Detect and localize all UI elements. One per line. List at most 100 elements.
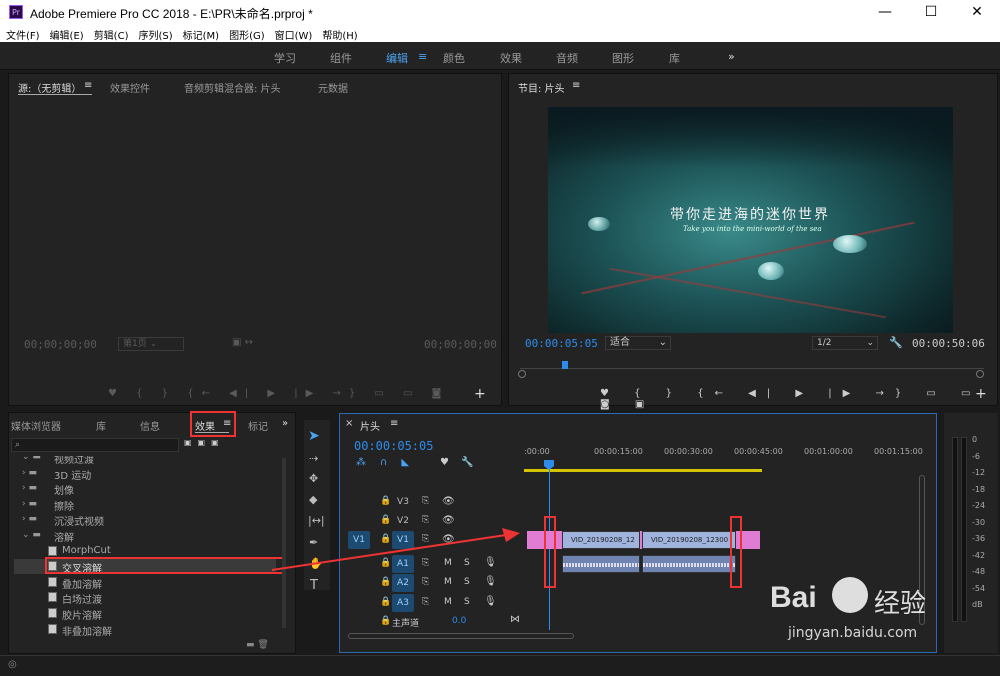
tab-source[interactable]: 源:（无剪辑） (18, 80, 81, 95)
menu-window[interactable]: 窗口(W) (269, 24, 317, 42)
source-page-select: 第1页 ⌄ (118, 337, 184, 351)
source-menu-icon[interactable]: ≡ (84, 80, 92, 91)
eye-icon[interactable]: 👁 (442, 496, 455, 507)
menu-clip[interactable]: 剪辑(C) (88, 24, 133, 42)
effects-tree-item[interactable]: ⌄ ▬ 视频过渡 (14, 456, 276, 466)
workspace-editing[interactable]: 编辑 (386, 50, 408, 66)
tab-markers[interactable]: 标记 (248, 418, 268, 433)
master-volume[interactable]: 0.0 (452, 616, 466, 626)
workspace-audio[interactable]: 音频 (556, 50, 578, 66)
sync-lock-icon[interactable]: ⎘ (422, 597, 429, 607)
timeline-horizontal-scrollbar[interactable] (348, 633, 574, 639)
timeline-timecode[interactable]: 00:00:05:05 (354, 439, 433, 453)
workspace-menu-icon[interactable]: ≡ (418, 50, 427, 63)
lock-icon[interactable]: 🔒 (380, 496, 391, 506)
workspace-more-button[interactable]: » (728, 50, 735, 63)
tab-audio-clip-mixer[interactable]: 音频剪辑混合器: 片头 (184, 80, 281, 95)
effects-tree-item[interactable]: 非叠加溶解 (14, 622, 276, 636)
menu-edit[interactable]: 编辑(E) (44, 24, 88, 42)
workspace-effects[interactable]: 效果 (500, 50, 522, 66)
program-time-ruler[interactable] (518, 361, 984, 378)
track-target[interactable]: A2 (392, 574, 414, 592)
track-target[interactable]: V3 (392, 493, 414, 511)
workspace-learn[interactable]: 学习 (274, 50, 296, 66)
effects-tree-item[interactable]: 白场过渡 (14, 590, 276, 607)
tab-metadata[interactable]: 元数据 (318, 80, 348, 95)
lock-icon[interactable]: 🔒 (380, 597, 391, 607)
program-add-button[interactable]: + (975, 386, 987, 402)
timeline-toolbar-icons[interactable]: ⁂∩◣ (356, 457, 423, 468)
maximize-button[interactable]: ☐ (908, 0, 954, 24)
video-clip-1[interactable]: VID_20190208_12 (562, 531, 640, 549)
effects-tree-item[interactable]: › ▬ 3D 运动 (14, 466, 276, 482)
playhead-marker[interactable] (562, 361, 568, 369)
meter-scale-label: 0 (972, 435, 978, 444)
fit-audio-icon[interactable]: ⋈ (510, 614, 520, 625)
mute-button[interactable]: M (444, 577, 452, 587)
menu-graphics[interactable]: 图形(G) (223, 24, 269, 42)
workspace-bar: 学习 组件 编辑 ≡ 颜色 效果 音频 图形 库 » (0, 42, 1000, 70)
effects-filter-icons[interactable]: ▣▣▣ (184, 438, 244, 447)
program-timecode[interactable]: 00:00:05:05 (525, 337, 598, 350)
selection-tool-icon[interactable]: ➤ (308, 428, 320, 444)
sync-lock-icon[interactable]: ⎘ (422, 515, 429, 525)
menu-sequence[interactable]: 序列(S) (132, 24, 176, 42)
source-transport-controls: ♥ { } {← ◀| ▶ |▶ →} ▭ ▭ ◙ (108, 388, 450, 399)
effects-tree-item[interactable]: 叠加溶解 (14, 575, 276, 591)
razor-tool-icon[interactable]: ◆ (309, 493, 317, 506)
tab-libraries[interactable]: 库 (96, 418, 106, 433)
mute-button[interactable]: M (444, 597, 452, 607)
timeline-menu-icon[interactable]: ≡ (390, 418, 398, 429)
lock-icon[interactable]: 🔒 (380, 616, 391, 626)
tab-media-browser[interactable]: 媒体浏览器 (11, 418, 61, 433)
track-select-tool-icon[interactable]: ⇢ (309, 452, 318, 465)
timeline-close-icon[interactable]: × (345, 418, 353, 429)
menu-marker[interactable]: 标记(M) (177, 24, 223, 42)
paw-icon (832, 577, 868, 613)
solo-button[interactable]: S (464, 597, 470, 607)
workspace-libraries[interactable]: 库 (669, 50, 680, 66)
ripple-edit-tool-icon[interactable]: ✥ (309, 472, 318, 485)
close-button[interactable]: ✕ (954, 0, 1000, 24)
source-add-button[interactable]: + (474, 386, 486, 402)
workspace-graphics[interactable]: 图形 (612, 50, 634, 66)
audio-clip-1[interactable] (562, 555, 640, 573)
lock-icon[interactable]: 🔒 (380, 515, 391, 525)
effects-search-input[interactable]: ⌕ (11, 438, 179, 452)
sync-lock-icon[interactable]: ⎘ (422, 577, 429, 587)
microphone-icon[interactable]: 🎙 (484, 576, 497, 587)
program-menu-icon[interactable]: ≡ (572, 80, 580, 91)
minimize-button[interactable]: — (862, 0, 908, 24)
tab-info[interactable]: 信息 (140, 418, 160, 433)
timeline-sequence-tab[interactable]: 片头 (360, 418, 380, 433)
tab-effect-controls[interactable]: 效果控件 (110, 80, 150, 95)
effects-tree-item[interactable]: › ▬ 沉浸式视频 (14, 512, 276, 528)
video-clip-2[interactable]: VID_20190208_12300 (642, 531, 736, 549)
wrench-icon[interactable]: 🔧 (889, 336, 903, 349)
effects-tree-item[interactable]: › ▬ 划像 (14, 481, 276, 497)
solo-button[interactable]: S (464, 577, 470, 587)
panel-more-button[interactable]: » (282, 418, 288, 429)
track-target[interactable]: A3 (392, 594, 414, 612)
effects-tree-item[interactable]: › ▬ 擦除 (14, 497, 276, 513)
menu-file[interactable]: 文件(F) (0, 24, 44, 42)
microphone-icon[interactable]: 🎙 (484, 596, 497, 607)
effects-tree-item[interactable]: ⌄ ▬ 溶解 (14, 528, 276, 544)
transition-effect-icon (48, 623, 57, 634)
effects-tree-item[interactable]: 胶片溶解 (14, 606, 276, 622)
sync-lock-icon[interactable]: ⎘ (422, 496, 429, 506)
program-resolution-select[interactable]: 1/2 ⌄ (812, 336, 878, 350)
new-bin-icon[interactable]: ▬ 🗑 (246, 640, 269, 650)
video-caption-en: Take you into the mini-world of the sea (683, 225, 822, 233)
program-transport-controls[interactable]: ♥ { } {← ◀| ▶ |▶ →} ▭ ▭ ◙ ▣ (600, 388, 1000, 410)
program-fit-select[interactable]: 适合 ⌄ (605, 336, 671, 350)
audio-clip-2[interactable] (642, 555, 736, 573)
workspace-color[interactable]: 颜色 (443, 50, 465, 66)
effects-tree-label: 白场过渡 (62, 595, 102, 607)
menu-help[interactable]: 帮助(H) (316, 24, 361, 42)
lock-icon[interactable]: 🔒 (380, 577, 391, 587)
timeline-marker-settings-icons[interactable]: ♥🔧 (440, 457, 485, 468)
meter-scale-label: -24 (972, 501, 986, 510)
type-tool-icon[interactable]: T (310, 578, 318, 593)
workspace-assembly[interactable]: 组件 (330, 50, 352, 66)
